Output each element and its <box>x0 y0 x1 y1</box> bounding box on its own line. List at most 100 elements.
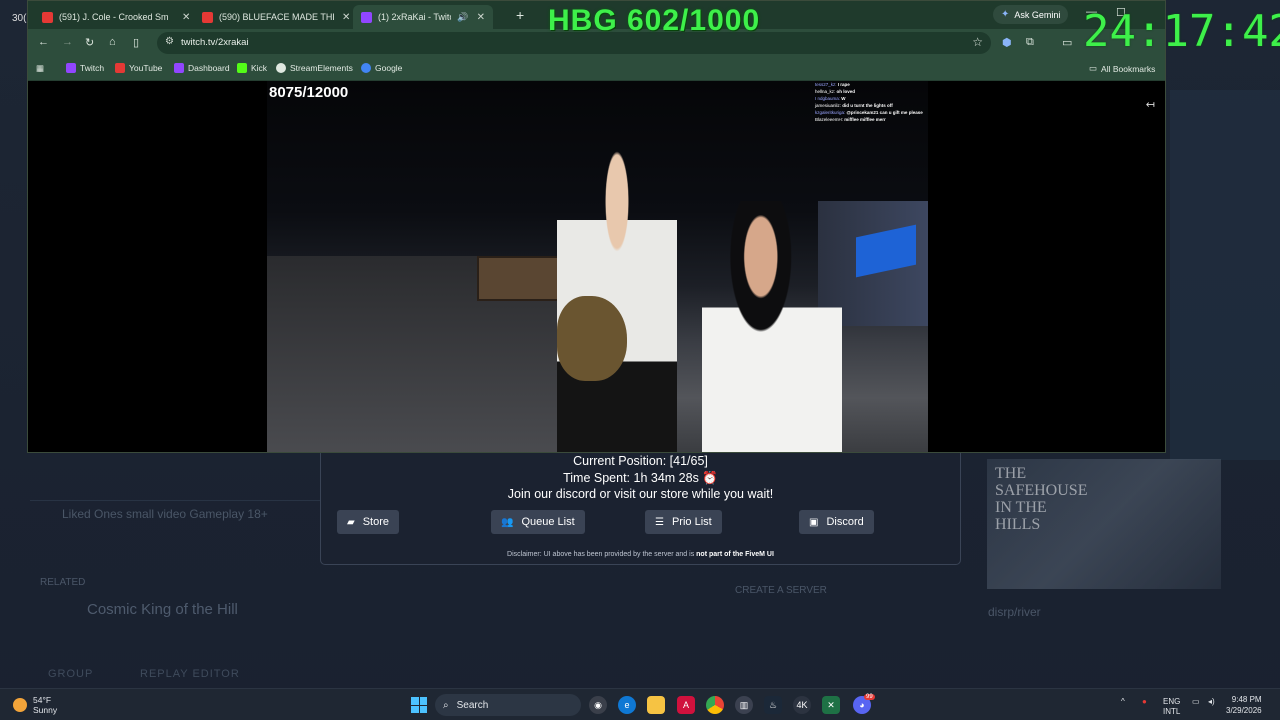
bookmark-label: Google <box>375 63 403 73</box>
queue-list-button[interactable]: 👥 Queue List <box>491 510 585 534</box>
site-info-icon[interactable]: ⚙ <box>165 36 174 47</box>
language-indicator[interactable]: ENG INTL <box>1163 697 1180 717</box>
discord-icon: ▣ <box>809 516 819 528</box>
speaker-icon[interactable]: 🔊 <box>457 12 468 23</box>
tab-twitch[interactable]: (1) 2xRaKai - Twitch 🔊 ✕ <box>353 5 493 29</box>
store-icon: ▰ <box>347 516 355 528</box>
app-icon-obs[interactable]: ◉ <box>589 696 607 714</box>
video-player[interactable]: 8075/12000 tess27_kz: I rape hellna_kz: … <box>28 81 1165 452</box>
bg-server-title[interactable]: Cosmic King of the Hill <box>87 601 238 618</box>
collapse-icon[interactable]: ↤ <box>1146 98 1155 111</box>
discord-badge: 99 <box>864 694 875 700</box>
google-icon <box>361 63 371 73</box>
split-view-icon[interactable]: ▯ <box>133 36 139 49</box>
bookmark-label: YouTube <box>129 63 163 73</box>
taskbar: 54°F Sunny ⌕ Search ◉ e A ▥ ♨ 4K ✕ ◕ 99 … <box>0 688 1280 720</box>
search-label: Search <box>456 699 489 711</box>
goal-counter: 8075/12000 <box>269 84 349 101</box>
streamelements-icon <box>276 63 286 73</box>
hbg-counter: HBG 602/1000 <box>548 4 761 37</box>
bg-tab-group[interactable]: GROUP <box>48 668 93 680</box>
all-bookmarks[interactable]: ▭ All Bookmarks <box>1089 63 1155 74</box>
stream-chat-overlay: tess27_kz: I rape hellna_kz: oh loved I … <box>815 81 927 123</box>
bookmark-youtube[interactable]: YouTube <box>115 63 162 73</box>
chat-line: jamesiuanliz: did u turnt the lights off <box>815 103 893 108</box>
bookmark-streamelements[interactable]: StreamElements <box>276 63 353 73</box>
queue-card: Current Position: [41/65] Time Spent: 1h… <box>320 452 961 565</box>
bg-row-subtitle: Liked Ones small video Gameplay 18+ <box>62 507 268 521</box>
extensions-icon[interactable]: ⧉ <box>1026 36 1034 49</box>
app-icon-dots[interactable]: ▥ <box>735 696 753 714</box>
new-tab-button[interactable]: + <box>516 7 524 23</box>
chat-line: hellna_kz: oh loved <box>815 89 856 94</box>
forward-icon[interactable]: → <box>62 36 73 48</box>
kick-icon <box>237 63 247 73</box>
4k-app-icon[interactable]: 4K <box>793 696 811 714</box>
youtube-icon <box>202 11 213 23</box>
tab-youtube-jcole[interactable]: (591) J. Cole - Crooked Sm ✕ <box>34 5 198 29</box>
volume-icon[interactable]: ◂) <box>1208 697 1215 707</box>
back-icon[interactable]: ← <box>38 36 49 48</box>
store-button[interactable]: ▰ Store <box>337 510 399 534</box>
video-person-right <box>702 201 842 452</box>
chat-line: tess27_kz: I rape <box>815 82 850 87</box>
twitch-icon <box>174 63 184 73</box>
queue-position: Current Position: [41/65] <box>573 454 708 468</box>
bookmark-dashboard[interactable]: Dashboard <box>174 63 230 73</box>
queue-time-spent: Time Spent: 1h 34m 28s ⏰ <box>563 470 718 485</box>
edge-icon[interactable]: e <box>618 696 636 714</box>
bookmark-label: Dashboard <box>188 63 230 73</box>
chat-line: I ndgbauma: W <box>815 96 846 101</box>
twitch-icon <box>66 63 76 73</box>
home-icon[interactable]: ⌂ <box>109 36 116 48</box>
network-icon[interactable]: ▭ <box>1192 697 1200 707</box>
overlay-fragment: 30( <box>12 13 27 24</box>
bookmark-twitch[interactable]: Twitch <box>66 63 104 73</box>
list-icon: ☰ <box>655 516 664 528</box>
app-icon-red[interactable]: A <box>677 696 695 714</box>
search-icon: ⌕ <box>443 699 449 711</box>
bookmark-kick[interactable]: Kick <box>237 63 267 73</box>
file-explorer-icon[interactable] <box>647 696 665 714</box>
close-tab-icon[interactable]: ✕ <box>477 12 485 23</box>
tab-title: (591) J. Cole - Crooked Sm <box>59 12 169 22</box>
close-tab-icon[interactable]: ✕ <box>342 12 350 23</box>
bg-create-server[interactable]: CREATE A SERVER <box>735 585 827 596</box>
start-button[interactable] <box>411 697 427 713</box>
chrome-icon[interactable] <box>706 696 724 714</box>
bookmark-star-icon[interactable]: ☆ <box>972 35 983 49</box>
queue-list-label: Queue List <box>521 516 575 528</box>
reload-icon[interactable]: ↻ <box>85 36 94 49</box>
bg-thumbnail-title: THE SAFEHOUSE IN THE HILLS <box>995 465 1088 533</box>
bg-right-text: disrp/river <box>988 605 1041 619</box>
discord-label: Discord <box>826 516 864 528</box>
mic-icon[interactable]: ● <box>1142 697 1147 707</box>
video-bag <box>557 296 627 381</box>
bg-tab-replay-editor[interactable]: REPLAY EDITOR <box>140 668 240 680</box>
twitch-icon <box>361 11 372 23</box>
tab-youtube-blueface[interactable]: (590) BLUEFACE MADE THE GIR ✕ <box>194 5 358 29</box>
tray-chevron-icon[interactable]: ^ <box>1121 697 1125 707</box>
stream-timer: 24:17:42 <box>1083 6 1280 57</box>
apps-grid-icon[interactable]: ▦ <box>36 63 44 74</box>
bookmark-google[interactable]: Google <box>361 63 402 73</box>
close-tab-icon[interactable]: ✕ <box>182 12 190 23</box>
tab-title: (590) BLUEFACE MADE THE GIR <box>219 12 334 22</box>
folder-icon: ▭ <box>1089 63 1098 73</box>
youtube-icon <box>42 11 53 23</box>
browser-window: (591) J. Cole - Crooked Sm ✕ (590) BLUEF… <box>27 0 1166 453</box>
youtube-icon <box>115 63 125 73</box>
prio-list-button[interactable]: ☰ Prio List <box>645 510 722 534</box>
taskbar-clock[interactable]: 9:48 PM 3/29/2026 <box>1226 694 1262 716</box>
weather-widget[interactable]: 54°F Sunny <box>13 695 57 715</box>
stream-video-frame[interactable]: 8075/12000 tess27_kz: I rape hellna_kz: … <box>267 81 928 452</box>
app-icon-green[interactable]: ✕ <box>822 696 840 714</box>
cast-icon[interactable]: ▭ <box>1062 36 1072 49</box>
gemini-icon: ✦ <box>1001 9 1010 20</box>
ask-gemini-label: Ask Gemini <box>1014 9 1061 20</box>
ask-gemini-button[interactable]: ✦ Ask Gemini <box>993 5 1069 24</box>
taskbar-search[interactable]: ⌕ Search <box>435 694 581 716</box>
discord-button[interactable]: ▣ Discord <box>799 510 874 534</box>
steam-icon[interactable]: ♨ <box>764 696 782 714</box>
extension-shield-icon[interactable]: ⬢ <box>1002 36 1012 49</box>
